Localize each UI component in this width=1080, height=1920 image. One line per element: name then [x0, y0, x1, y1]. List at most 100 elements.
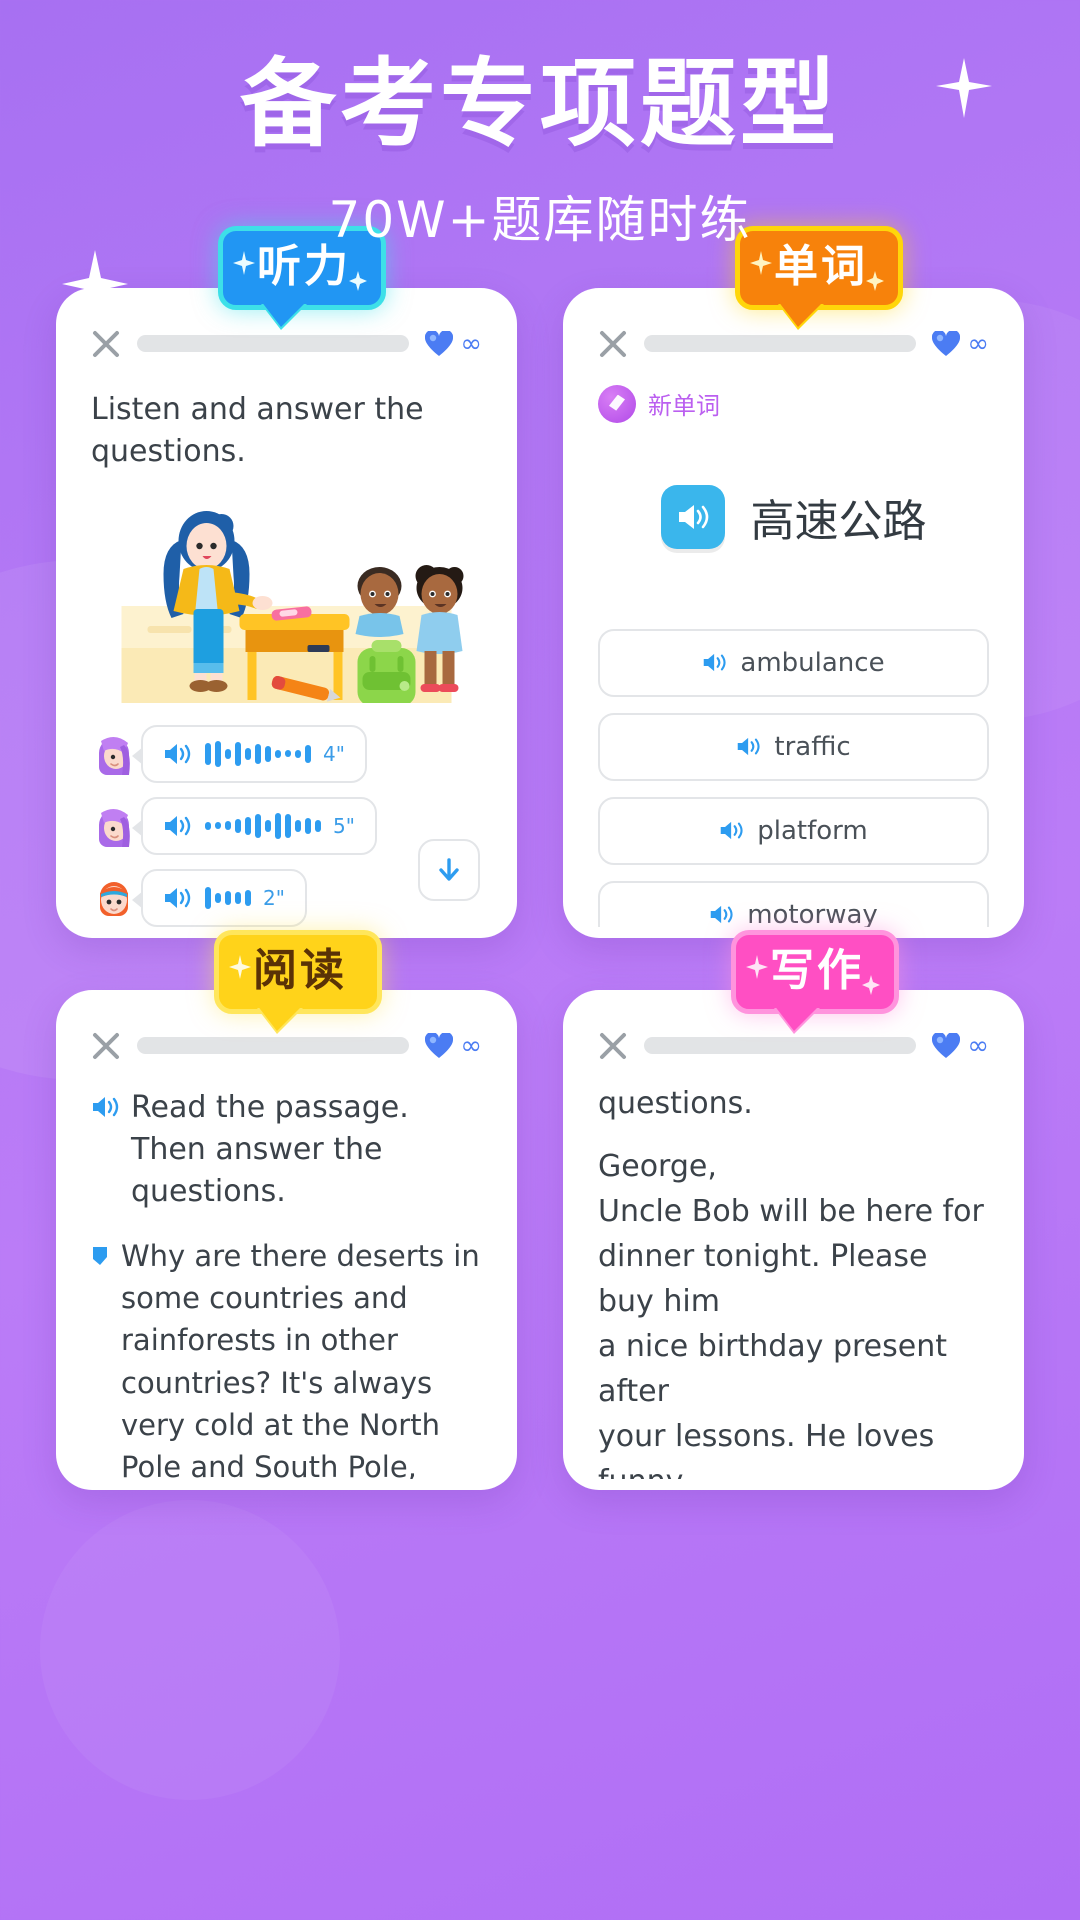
avatar-purple-hair [91, 803, 137, 849]
page-header: 备考专项题型 70W+题库随时练 [0, 0, 1080, 320]
letter-line: George, [598, 1148, 717, 1184]
heart-icon [425, 1032, 454, 1058]
waveform [205, 740, 311, 767]
phone-frame-listening: ∞ Listen and answer the questions. 4" 5"… [56, 287, 517, 938]
option-row[interactable]: ambulance [598, 628, 989, 697]
audio-duration: 2" [263, 885, 285, 910]
letter-line: your lessons. He loves funny [598, 1418, 935, 1490]
infinity-label: ∞ [460, 328, 482, 359]
page-title: 备考专项题型 [240, 48, 840, 160]
sparkle-icon [866, 255, 884, 299]
speaker-button-icon[interactable] [660, 484, 725, 549]
paragraph-marker-icon [93, 1246, 107, 1265]
cards-grid: 听力 ∞ Listen and answer the questions. 4"… [0, 225, 1080, 1490]
letter-line: Uncle Bob will be here for [598, 1193, 984, 1229]
sparkle-icon [349, 255, 367, 299]
audio-bubble[interactable]: 5" [132, 796, 377, 855]
card-listening: 听力 ∞ Listen and answer the questions. 4"… [56, 225, 517, 938]
card-reading: 阅读 ∞ Read the passage. Then answer the q… [56, 929, 517, 1490]
passage-text: Why are there deserts in some countries … [121, 1238, 480, 1485]
new-word-badge-icon [598, 384, 636, 423]
classroom-illustration [91, 496, 482, 703]
letter-line: dinner tonight. Please buy him [598, 1238, 928, 1319]
badge-tail [261, 300, 307, 327]
audio-duration: 4" [323, 741, 345, 766]
progress-bar [137, 1037, 410, 1055]
listening-prompt: Listen and answer the questions. [91, 391, 424, 470]
sparkle-icon [229, 943, 251, 987]
phone-frame-writing: ∞ questions. George, Uncle Bob will be h… [563, 989, 1024, 1490]
badge-tail [257, 1004, 303, 1031]
option-label: traffic [774, 731, 851, 762]
hearts-indicator[interactable]: ∞ [932, 328, 989, 359]
heart-icon [932, 1032, 961, 1058]
close-icon[interactable] [91, 329, 121, 359]
phone-frame-reading: ∞ Read the passage. Then answer the ques… [56, 989, 517, 1490]
writing-letter: questions. George, Uncle Bob will be her… [598, 1081, 989, 1490]
download-button[interactable] [418, 838, 480, 901]
waveform [205, 812, 321, 839]
heart-icon [932, 330, 961, 356]
hearts-indicator[interactable]: ∞ [425, 328, 482, 359]
avatar-purple-hair [91, 731, 137, 777]
waveform [205, 885, 251, 911]
audio-bubble[interactable]: 4" [132, 724, 367, 783]
hearts-indicator[interactable]: ∞ [425, 1030, 482, 1061]
answer-options: ambulance traffic platform motorway [598, 628, 989, 930]
audio-duration: 5" [333, 813, 355, 838]
word-prompt: 高速公路 [598, 484, 989, 549]
instruction-text: Read the passage. Then answer the questi… [131, 1089, 409, 1209]
speaker-icon [710, 905, 733, 924]
option-label: platform [757, 815, 868, 846]
topbar: ∞ [598, 325, 989, 359]
option-row[interactable]: traffic [598, 712, 989, 781]
badge-reading: 阅读 [214, 929, 382, 1031]
speaker-icon [165, 887, 191, 908]
letter-line: a nice birthday present after [598, 1328, 947, 1409]
close-icon[interactable] [598, 1031, 628, 1061]
speaker-icon [738, 737, 760, 756]
arrow-down-icon [439, 857, 459, 881]
infinity-label: ∞ [460, 1030, 482, 1061]
topbar: ∞ [91, 1027, 482, 1061]
speaker-icon [704, 653, 726, 672]
badge-writing: 写作 [731, 929, 899, 1031]
heart-icon [425, 330, 454, 356]
audio-bubble[interactable]: 2" [132, 868, 307, 927]
badge-label: 阅读 [253, 944, 347, 996]
phone-frame-vocabulary: ∞ 新单词 高速公路 ambulance traffic platform mo… [563, 287, 1024, 938]
badge-tail [774, 1004, 820, 1031]
badge-label: 写作 [770, 944, 864, 996]
partial-line: questions. [598, 1085, 753, 1121]
page-subtitle: 70W+题库随时练 [328, 190, 752, 249]
progress-bar [644, 335, 917, 353]
new-word-label: 新单词 [648, 392, 720, 421]
card-writing: 写作 ∞ questions. George, Uncle Bob will b… [563, 929, 1024, 1490]
target-word: 高速公路 [750, 495, 927, 547]
speaker-icon [165, 815, 191, 836]
audio-row[interactable]: 4" [91, 724, 482, 783]
option-label: motorway [747, 899, 878, 930]
avatar-orange-hair [91, 875, 137, 921]
sparkle-icon [746, 943, 768, 987]
new-word-tag: 新单词 [598, 384, 989, 423]
badge-tail [778, 300, 824, 327]
topbar: ∞ [91, 325, 482, 359]
close-icon[interactable] [598, 329, 628, 359]
speaker-icon [165, 743, 191, 764]
progress-bar [644, 1037, 917, 1055]
background-blob-bottom [40, 1500, 340, 1800]
speaker-icon [720, 821, 743, 840]
infinity-label: ∞ [967, 1030, 989, 1061]
close-icon[interactable] [91, 1031, 121, 1061]
infinity-label: ∞ [967, 328, 989, 359]
topbar: ∞ [598, 1027, 989, 1061]
speaker-icon [93, 1096, 119, 1117]
sparkle-icon [862, 959, 880, 1003]
option-row[interactable]: platform [598, 796, 989, 865]
hearts-indicator[interactable]: ∞ [932, 1030, 989, 1061]
card-vocabulary: 单词 ∞ 新单词 高速公路 ambulance traffic platform… [563, 225, 1024, 938]
progress-bar [137, 335, 410, 353]
option-label: ambulance [740, 647, 885, 678]
